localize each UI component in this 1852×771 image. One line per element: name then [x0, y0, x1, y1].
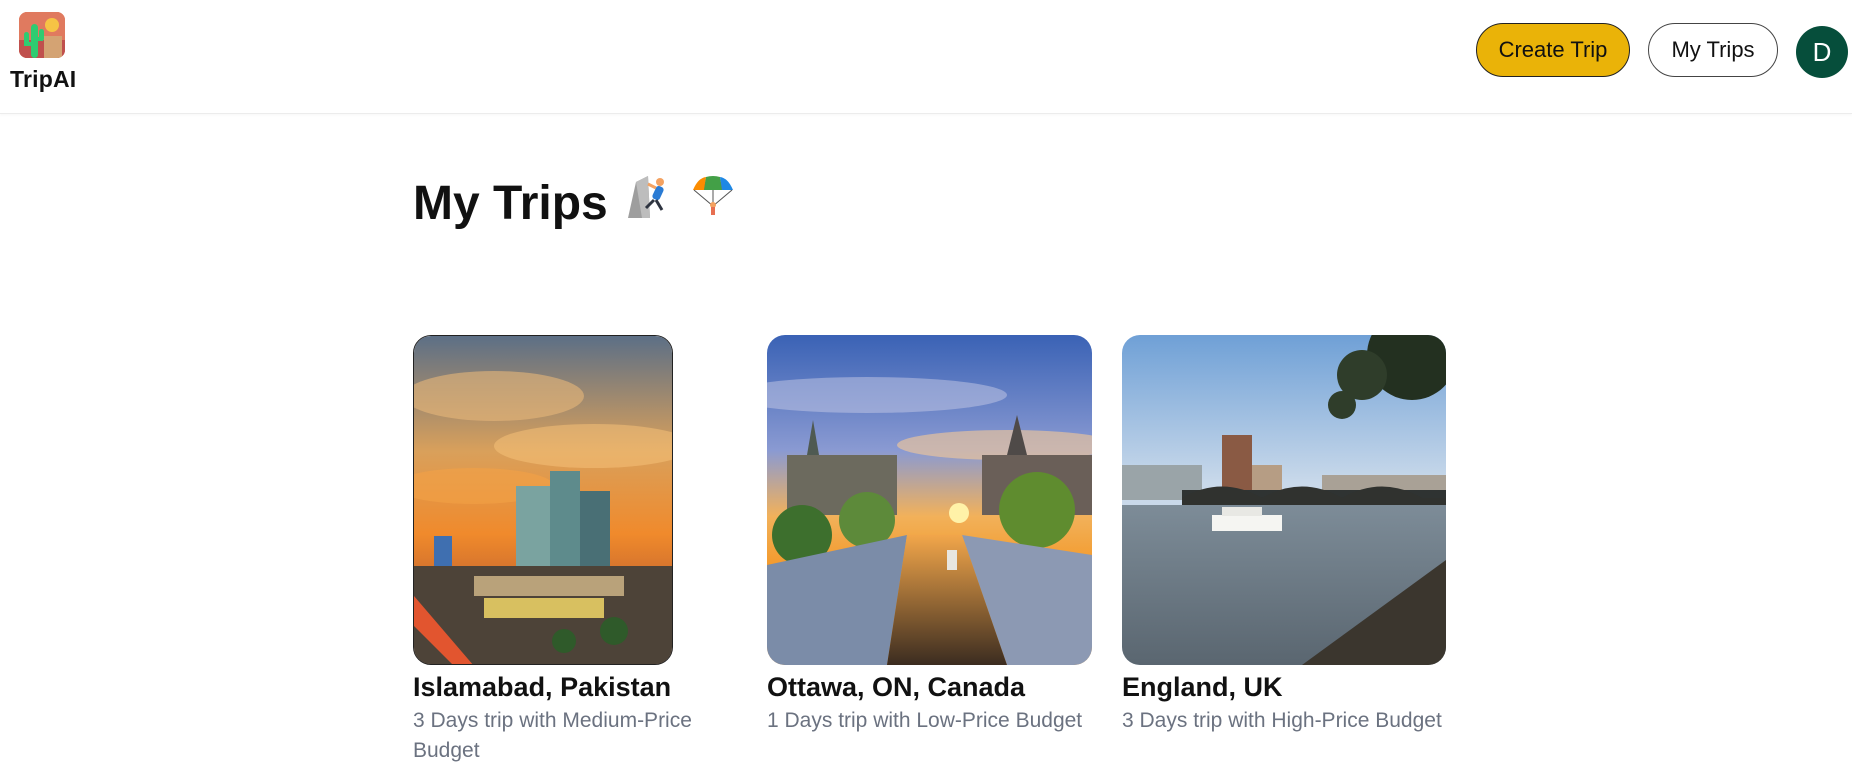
islamabad-sunset-photo: [413, 335, 673, 665]
trip-summary: 3 Days trip with High-Price Budget: [1122, 709, 1442, 732]
page-title-row: My Trips: [413, 174, 736, 232]
parachute-icon: [690, 174, 736, 232]
cactus-logo-icon: [19, 12, 65, 58]
ottawa-canal-photo: [767, 335, 1092, 665]
app-logo[interactable]: TripAI: [10, 12, 80, 92]
trip-card[interactable]: Islamabad, Pakistan 3 Days trip with Med…: [413, 335, 713, 766]
trip-destination: Islamabad, Pakistan: [413, 672, 672, 702]
title-emoji-group: [626, 174, 736, 232]
trip-summary: 1 Days trip with Low-Price Budget: [767, 709, 1083, 732]
rock-climbing-icon: [626, 174, 672, 232]
top-navbar: TripAI Create Trip My Trips D: [0, 0, 1852, 114]
trip-card[interactable]: England, UK 3 Days trip with High-Price …: [1122, 335, 1452, 736]
my-trips-button[interactable]: My Trips: [1648, 23, 1778, 77]
trip-card[interactable]: Ottawa, ON, Canada 1 Days trip with Low-…: [767, 335, 1097, 736]
page-title: My Trips: [413, 176, 608, 230]
user-avatar[interactable]: D: [1796, 26, 1848, 78]
trip-destination: Ottawa, ON, Canada: [767, 672, 1026, 702]
london-thames-photo: [1122, 335, 1446, 665]
trip-summary: 3 Days trip with Medium-Price Budget: [413, 709, 692, 762]
create-trip-button[interactable]: Create Trip: [1476, 23, 1630, 77]
trip-destination: England, UK: [1122, 672, 1283, 702]
app-name: TripAI: [10, 66, 77, 92]
